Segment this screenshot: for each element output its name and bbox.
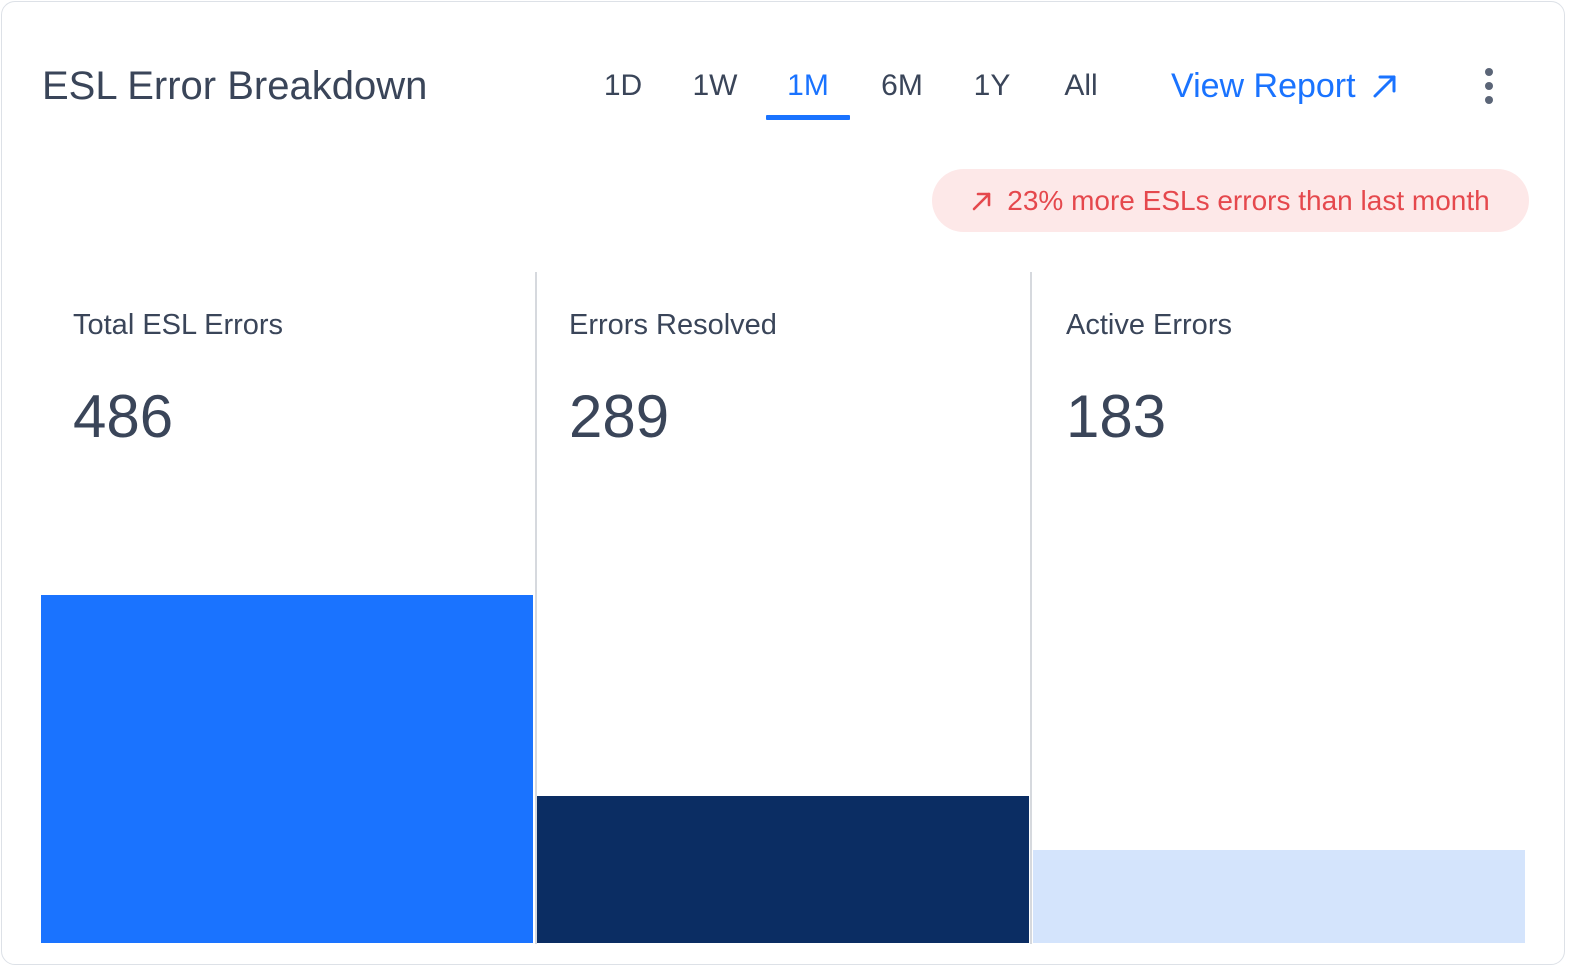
trend-text: 23% more ESLs errors than last month [1007, 184, 1490, 216]
tab-1m[interactable]: 1M [782, 66, 834, 106]
column-divider [1030, 272, 1032, 944]
stat-value-active: 183 [1066, 383, 1167, 450]
bar-errors-resolved [537, 796, 1029, 943]
stat-label-total: Total ESL Errors [73, 309, 284, 341]
esl-error-breakdown-card: ESL Error Breakdown 1D 1W 1M 6M 1Y All V… [1, 1, 1565, 965]
view-report-link[interactable]: View Report [1171, 64, 1398, 108]
tab-1y[interactable]: 1Y [968, 66, 1016, 106]
active-tab-indicator [766, 115, 850, 120]
tab-1w[interactable]: 1W [688, 66, 742, 106]
trend-badge: 23% more ESLs errors than last month [932, 169, 1529, 232]
trend-up-arrow-icon [971, 190, 993, 212]
stat-value-total: 486 [73, 383, 174, 450]
tab-6m[interactable]: 6M [874, 66, 930, 106]
arrow-up-right-icon [1372, 73, 1398, 99]
kebab-menu-icon[interactable] [1472, 64, 1508, 108]
view-report-label: View Report [1171, 67, 1356, 105]
stat-label-resolved: Errors Resolved [569, 309, 777, 341]
card-title: ESL Error Breakdown [42, 64, 428, 108]
stat-value-resolved: 289 [569, 383, 670, 450]
stat-label-active: Active Errors [1066, 309, 1232, 341]
tab-1d[interactable]: 1D [598, 66, 648, 106]
tab-all[interactable]: All [1056, 66, 1106, 106]
bar-active-errors [1033, 850, 1525, 943]
bar-total-errors [41, 595, 533, 943]
